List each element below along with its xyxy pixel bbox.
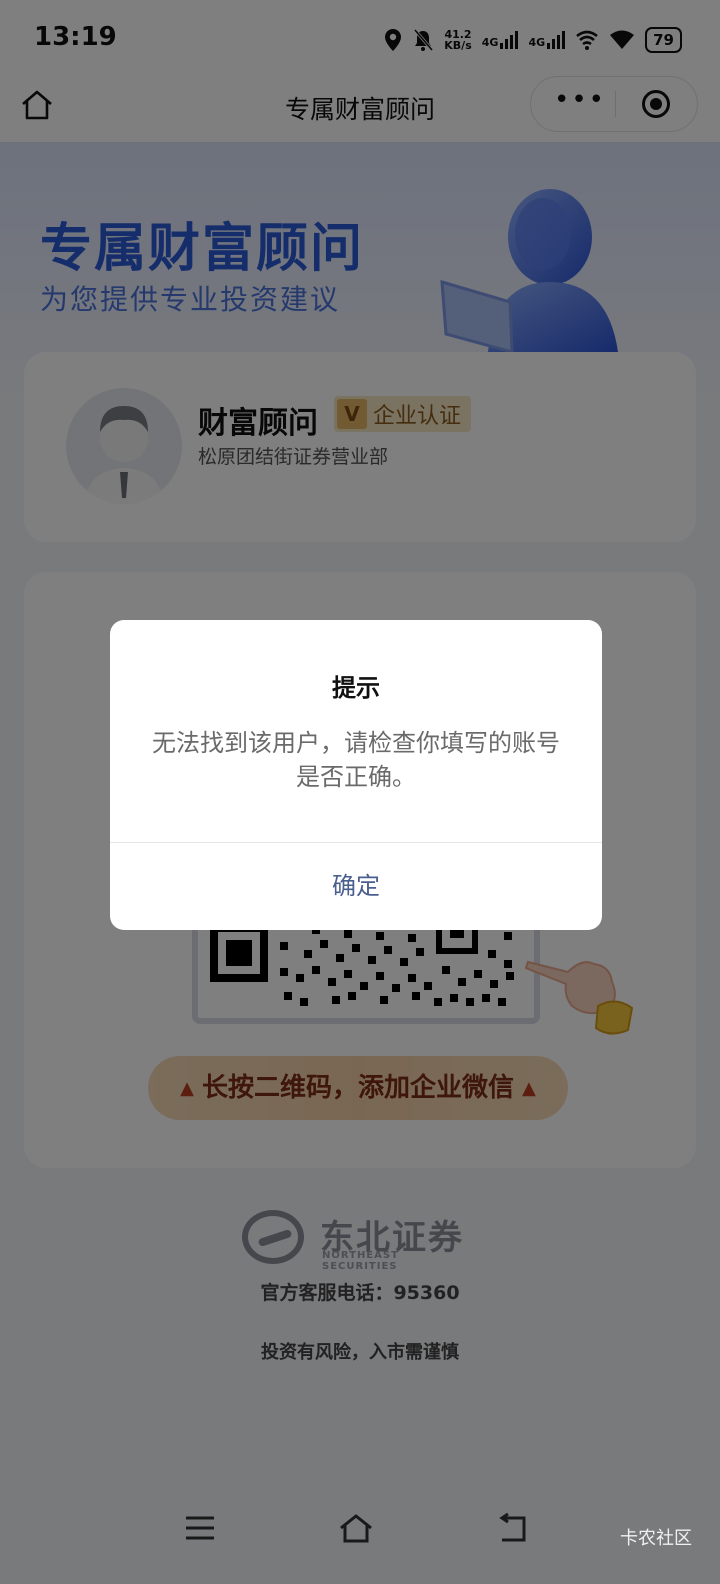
alert-dialog: 提示 无法找到该用户，请检查你填写的账号是否正确。 确定 (110, 620, 602, 930)
dialog-title: 提示 (332, 674, 380, 702)
dialog-message: 无法找到该用户，请检查你填写的账号是否正确。 (152, 729, 560, 791)
watermark: 卡农社区 (620, 1528, 692, 1549)
confirm-button[interactable]: 确定 (110, 843, 602, 930)
page: 13:19 41.2 KB/s 4G 4G (0, 0, 720, 1584)
